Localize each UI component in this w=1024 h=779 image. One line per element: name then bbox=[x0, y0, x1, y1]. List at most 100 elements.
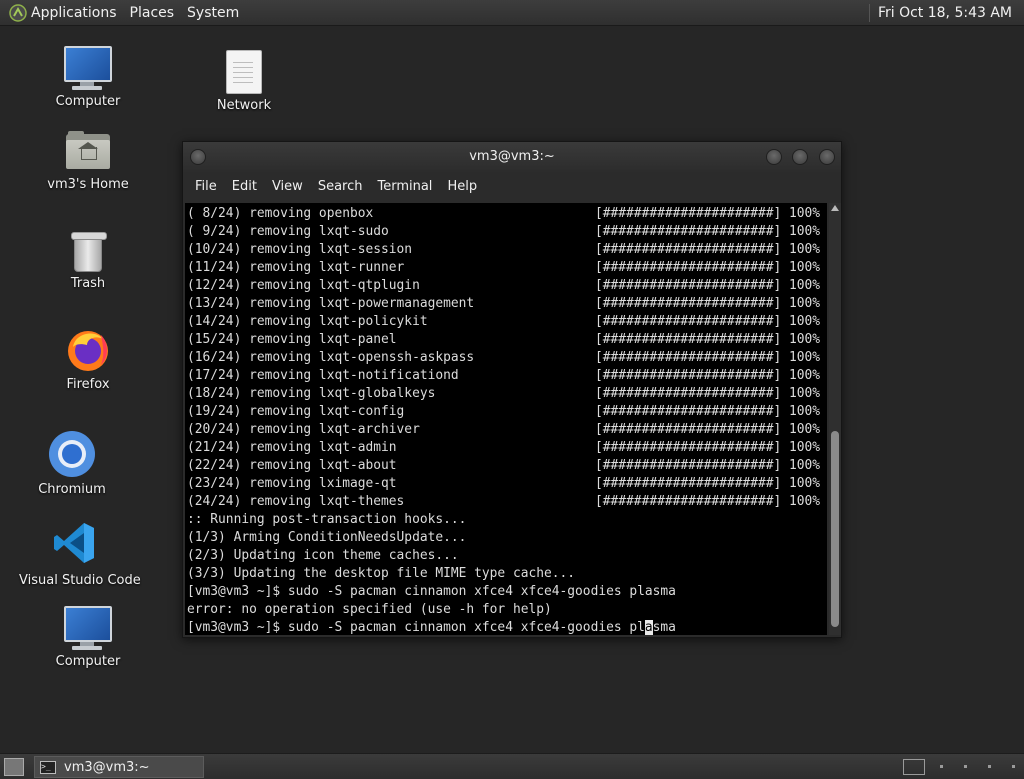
terminal-line: (11/24) removing lxqt-runner [###########… bbox=[187, 259, 827, 277]
desktop-icon-computer[interactable]: Computer bbox=[33, 46, 143, 109]
removal-text: (10/24) removing lxqt-session bbox=[187, 242, 413, 257]
progress-text: [######################] 100% bbox=[595, 350, 821, 365]
terminal-scrollbar[interactable] bbox=[829, 203, 841, 635]
progress-text: [######################] 100% bbox=[595, 206, 821, 221]
removal-text: (11/24) removing lxqt-runner bbox=[187, 260, 405, 275]
terminal-titlebar[interactable]: vm3@vm3:~ bbox=[183, 142, 841, 172]
desktop-icon-label: Trash bbox=[70, 276, 106, 291]
show-desktop-icon[interactable] bbox=[4, 758, 24, 776]
terminal-line: ( 8/24) removing openbox [###############… bbox=[187, 205, 827, 223]
clock[interactable]: Fri Oct 18, 5:43 AM bbox=[878, 5, 1012, 21]
desktop-icon-home[interactable]: vm3's Home bbox=[33, 131, 143, 192]
progress-text: [######################] 100% bbox=[595, 386, 821, 401]
workspace-switcher[interactable] bbox=[903, 759, 925, 775]
terminal-prompt-line[interactable]: [vm3@vm3 ~]$ sudo -S pacman cinnamon xfc… bbox=[187, 619, 827, 635]
workspace-dot[interactable] bbox=[964, 765, 967, 768]
progress-text: [######################] 100% bbox=[595, 224, 821, 239]
terminal-line: (18/24) removing lxqt-globalkeys [#######… bbox=[187, 385, 827, 403]
progress-text: [######################] 100% bbox=[595, 494, 821, 509]
terminal-line: (2/3) Updating icon theme caches... bbox=[187, 548, 459, 563]
window-title: vm3@vm3:~ bbox=[469, 149, 555, 164]
removal-text: (23/24) removing lximage-qt bbox=[187, 476, 397, 491]
desktop-icon-computer-2[interactable]: Computer bbox=[33, 606, 143, 669]
removal-text: (19/24) removing lxqt-config bbox=[187, 404, 405, 419]
removal-text: (22/24) removing lxqt-about bbox=[187, 458, 397, 473]
menu-terminal[interactable]: Terminal bbox=[377, 179, 432, 194]
home-folder-icon bbox=[66, 131, 110, 169]
scroll-thumb[interactable] bbox=[831, 431, 839, 627]
terminal-line: ( 9/24) removing lxqt-sudo [#############… bbox=[187, 223, 827, 241]
prompt-text: [vm3@vm3 ~]$ sudo -S pacman cinnamon xfc… bbox=[187, 620, 645, 635]
removal-text: (24/24) removing lxqt-themes bbox=[187, 494, 405, 509]
bottom-panel: >_ vm3@vm3:~ bbox=[0, 753, 1024, 779]
progress-text: [######################] 100% bbox=[595, 314, 821, 329]
removal-text: (20/24) removing lxqt-archiver bbox=[187, 422, 420, 437]
removal-text: (16/24) removing lxqt-openssh-askpass bbox=[187, 350, 475, 365]
workspace-dot[interactable] bbox=[1012, 765, 1015, 768]
removal-text: ( 9/24) removing lxqt-sudo bbox=[187, 224, 389, 239]
progress-text: [######################] 100% bbox=[595, 368, 821, 383]
panel-separator bbox=[868, 3, 870, 22]
terminal-line: :: Running post-transaction hooks... bbox=[187, 512, 467, 527]
minimize-icon[interactable] bbox=[766, 149, 782, 165]
close-icon[interactable] bbox=[819, 149, 835, 165]
terminal-line: (13/24) removing lxqt-powermanagement [##… bbox=[187, 295, 827, 313]
terminal-line: (21/24) removing lxqt-admin [############… bbox=[187, 439, 827, 457]
progress-text: [######################] 100% bbox=[595, 260, 821, 275]
menu-file[interactable]: File bbox=[195, 179, 217, 194]
progress-text: [######################] 100% bbox=[595, 458, 821, 473]
terminal-line: error: no operation specified (use -h fo… bbox=[187, 602, 552, 617]
terminal-line: (24/24) removing lxqt-themes [###########… bbox=[187, 493, 827, 511]
terminal-menubar: File Edit View Search Terminal Help bbox=[183, 172, 841, 200]
terminal-line: (14/24) removing lxqt-policykit [########… bbox=[187, 313, 827, 331]
terminal-line: (20/24) removing lxqt-archiver [#########… bbox=[187, 421, 827, 439]
removal-text: (17/24) removing lxqt-notificationd bbox=[187, 368, 459, 383]
menu-applications[interactable]: Applications bbox=[31, 5, 117, 21]
desktop-icon-chromium[interactable]: Chromium bbox=[17, 430, 127, 497]
desktop-icon-label: vm3's Home bbox=[47, 177, 129, 192]
terminal-output[interactable]: ( 8/24) removing openbox [###############… bbox=[185, 203, 827, 635]
progress-text: [######################] 100% bbox=[595, 440, 821, 455]
desktop-icon-vscode[interactable]: Visual Studio Code bbox=[19, 521, 141, 588]
scroll-up-icon[interactable] bbox=[831, 205, 839, 211]
taskbar-window-label: vm3@vm3:~ bbox=[64, 759, 150, 775]
progress-text: [######################] 100% bbox=[595, 296, 821, 311]
terminal-line: (12/24) removing lxqt-qtplugin [#########… bbox=[187, 277, 827, 295]
desktop-icon-label: Computer bbox=[55, 654, 121, 669]
desktop-icon-network[interactable]: Network bbox=[189, 50, 299, 113]
menu-places[interactable]: Places bbox=[130, 5, 175, 21]
terminal-line: [vm3@vm3 ~]$ sudo -S pacman cinnamon xfc… bbox=[187, 584, 676, 599]
window-menu-icon[interactable] bbox=[190, 149, 206, 165]
desktop-icon-label: Network bbox=[216, 98, 272, 113]
vscode-icon bbox=[52, 521, 96, 565]
desktop-icon-label: Computer bbox=[55, 94, 121, 109]
terminal-line: (1/3) Arming ConditionNeedsUpdate... bbox=[187, 530, 467, 545]
terminal-line: (16/24) removing lxqt-openssh-askpass [##… bbox=[187, 349, 827, 367]
maximize-icon[interactable] bbox=[792, 149, 808, 165]
terminal-line: (15/24) removing lxqt-panel [############… bbox=[187, 331, 827, 349]
progress-text: [######################] 100% bbox=[595, 404, 821, 419]
desktop-icon-firefox[interactable]: Firefox bbox=[33, 327, 143, 392]
computer-icon bbox=[63, 46, 113, 90]
menu-view[interactable]: View bbox=[272, 179, 303, 194]
menu-help[interactable]: Help bbox=[447, 179, 477, 194]
terminal-window[interactable]: vm3@vm3:~ File Edit View Search Terminal… bbox=[182, 141, 842, 638]
taskbar-window-terminal[interactable]: >_ vm3@vm3:~ bbox=[34, 756, 204, 778]
progress-text: [######################] 100% bbox=[595, 278, 821, 293]
chromium-icon bbox=[48, 430, 96, 478]
workspace-dot[interactable] bbox=[988, 765, 991, 768]
prompt-text: sma bbox=[652, 620, 676, 635]
removal-text: (13/24) removing lxqt-powermanagement bbox=[187, 296, 475, 311]
mate-logo-icon[interactable] bbox=[9, 3, 27, 22]
menu-system[interactable]: System bbox=[187, 5, 239, 21]
progress-text: [######################] 100% bbox=[595, 332, 821, 347]
network-icon bbox=[226, 50, 262, 94]
menu-search[interactable]: Search bbox=[318, 179, 363, 194]
menu-edit[interactable]: Edit bbox=[232, 179, 257, 194]
terminal-line: (22/24) removing lxqt-about [############… bbox=[187, 457, 827, 475]
text-cursor: a bbox=[644, 620, 653, 635]
workspace-dot[interactable] bbox=[940, 765, 943, 768]
desktop-icon-trash[interactable]: Trash bbox=[33, 230, 143, 291]
terminal-line: (19/24) removing lxqt-config [###########… bbox=[187, 403, 827, 421]
trash-icon bbox=[71, 230, 107, 272]
